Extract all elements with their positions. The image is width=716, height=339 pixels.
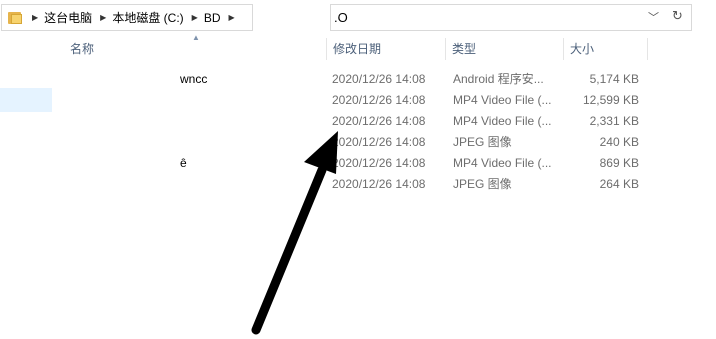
arrow-annotation bbox=[251, 131, 338, 335]
